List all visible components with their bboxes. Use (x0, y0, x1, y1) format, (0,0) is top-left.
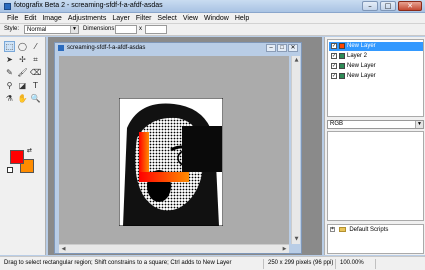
ellipse-select-tool-icon[interactable]: ◯ (17, 41, 28, 52)
visibility-checkbox[interactable]: ✓ (331, 73, 337, 79)
right-panel: ✓ New Layer ✓ Layer 2 ✓ New Layer ✓ New … (324, 37, 425, 255)
vertical-scrollbar[interactable]: ▲ ▼ (291, 56, 300, 244)
layer-name: Layer 2 (347, 53, 368, 59)
doc-maximize-button[interactable]: □ (277, 44, 287, 52)
layer-row[interactable]: ✓ New Layer (329, 42, 423, 51)
layer-thumbnail (339, 73, 345, 79)
layer-name: New Layer (347, 63, 376, 69)
menu-help[interactable]: Help (232, 13, 252, 23)
eyedropper-tool-icon[interactable]: ⚗ (4, 93, 15, 104)
status-zoom: 100.00% (340, 260, 364, 266)
layer-thumbnail (339, 53, 345, 59)
layer-thumbnail (339, 63, 345, 69)
scroll-down-icon[interactable]: ▼ (292, 235, 301, 244)
minimize-button[interactable]: – (362, 1, 378, 11)
title-bar: fotografix Beta 2 - screaming-sfdf-f-a-a… (0, 0, 425, 13)
menu-view[interactable]: View (180, 13, 201, 23)
horizontal-scrollbar[interactable]: ◀ ▶ (59, 244, 289, 253)
menu-window[interactable]: Window (201, 13, 232, 23)
doc-close-button[interactable]: ✕ (288, 44, 298, 52)
text-tool-icon[interactable]: T (30, 80, 41, 91)
rect-select-tool-icon[interactable]: ⬚ (4, 41, 15, 52)
width-input[interactable] (115, 25, 137, 34)
canvas-area[interactable] (59, 56, 289, 244)
scroll-right-icon[interactable]: ▶ (280, 245, 289, 254)
crop-tool-icon[interactable]: ⌗ (30, 54, 41, 65)
document-title-bar[interactable]: screaming-sfdf-f-a-afdf-asdas – □ ✕ (55, 43, 301, 54)
visibility-checkbox[interactable]: ✓ (331, 53, 337, 59)
fill-tool-icon[interactable]: ◪ (17, 80, 28, 91)
visibility-checkbox[interactable]: ✓ (331, 43, 337, 49)
folder-icon (338, 227, 346, 232)
menu-layer[interactable]: Layer (109, 13, 133, 23)
app-icon (4, 3, 11, 10)
eraser-tool-icon[interactable]: ⌫ (30, 67, 41, 78)
status-image-size: 250 x 299 pixels (96 ppi) (268, 260, 334, 266)
options-bar: Style: Normal ▼ Dimensions: x (0, 24, 425, 36)
status-separator (263, 259, 264, 269)
menu-adjustments[interactable]: Adjustments (65, 13, 110, 23)
chevron-down-icon: ▼ (415, 121, 423, 128)
swap-colors-icon[interactable]: ⇄ (27, 147, 32, 154)
status-separator (375, 259, 376, 269)
clone-tool-icon[interactable]: ⚲ (4, 80, 15, 91)
channel-value: RGB (330, 121, 344, 127)
pencil-tool-icon[interactable]: ✎ (4, 67, 15, 78)
script-folder-name: Default Scripts (349, 227, 389, 234)
menu-image[interactable]: Image (39, 13, 64, 23)
document-icon (58, 45, 64, 51)
foreground-color-swatch[interactable] (10, 150, 24, 164)
visibility-checkbox[interactable]: ✓ (331, 63, 337, 69)
menu-select[interactable]: Select (154, 13, 179, 23)
window-title: fotografix Beta 2 - screaming-sfdf-f-a-a… (14, 2, 163, 9)
status-separator (335, 259, 336, 269)
menu-filter[interactable]: Filter (133, 13, 155, 23)
layer-row[interactable]: ✓ Layer 2 (329, 52, 423, 61)
layer-name: New Layer (347, 43, 376, 49)
menu-edit[interactable]: Edit (21, 13, 39, 23)
canvas-image[interactable] (119, 98, 223, 226)
layer-thumbnail (339, 43, 345, 49)
status-hint: Drag to select rectangular region; Shift… (4, 260, 232, 266)
document-title: screaming-sfdf-f-a-afdf-asdas (67, 45, 146, 51)
style-select[interactable]: Normal ▼ (24, 25, 79, 34)
height-input[interactable] (145, 25, 167, 34)
status-bar: Drag to select rectangular region; Shift… (0, 256, 425, 270)
magic-wand-tool-icon[interactable]: ⁄ (30, 41, 41, 52)
document-window: screaming-sfdf-f-a-afdf-asdas – □ ✕ ▲ ▼ … (54, 42, 302, 254)
style-label: Style: (4, 26, 20, 32)
maximize-button[interactable]: □ (380, 1, 396, 11)
style-value: Normal (27, 27, 47, 33)
scripts-panel: + Default Scripts (327, 224, 424, 254)
zoom-tool-icon[interactable]: 🔍 (30, 93, 41, 104)
scroll-up-icon[interactable]: ▲ (292, 56, 301, 65)
close-button[interactable]: ✕ (398, 1, 422, 11)
transform-tool-icon[interactable]: ✢ (17, 54, 28, 65)
menu-file[interactable]: File (4, 13, 21, 23)
doc-minimize-button[interactable]: – (266, 44, 276, 52)
script-folder-row[interactable]: + Default Scripts (330, 227, 388, 233)
chevron-down-icon: ▼ (70, 26, 78, 33)
layer-name: New Layer (347, 73, 376, 79)
menu-bar: File Edit Image Adjustments Layer Filter… (0, 13, 425, 24)
layer-row[interactable]: ✓ New Layer (329, 62, 423, 71)
layers-panel: ✓ New Layer ✓ Layer 2 ✓ New Layer ✓ New … (327, 39, 424, 117)
reset-colors-icon[interactable] (7, 167, 13, 173)
screaming-face-photo (119, 98, 223, 226)
scroll-left-icon[interactable]: ◀ (59, 245, 68, 254)
histogram-panel (327, 131, 424, 221)
move-tool-icon[interactable]: ➤ (4, 54, 15, 65)
expand-icon[interactable]: + (330, 227, 335, 232)
channel-select[interactable]: RGB ▼ (327, 120, 424, 129)
hand-tool-icon[interactable]: ✋ (17, 93, 28, 104)
toolbox: ⬚ ◯ ⁄ ➤ ✢ ⌗ ✎ 🖌 ⌫ ⚲ ◪ T ⚗ ✋ 🔍 ⇄ (0, 37, 46, 255)
dimensions-times: x (139, 26, 142, 32)
layer-row[interactable]: ✓ New Layer (329, 72, 423, 81)
brush-tool-icon[interactable]: 🖌 (17, 67, 28, 78)
dimensions-label: Dimensions: (83, 26, 117, 32)
